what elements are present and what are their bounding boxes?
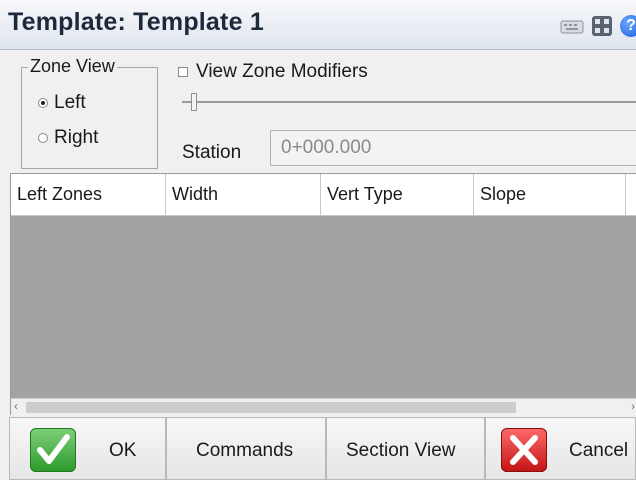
zone-modifier-slider[interactable] [182,101,636,103]
help-icon[interactable]: ? [620,15,636,37]
radio-left[interactable]: Left [38,92,86,114]
ok-label: OK [109,440,137,461]
zone-view-group [21,67,158,169]
column-header-width[interactable]: Width [166,174,321,215]
view-zone-modifiers-checkbox[interactable]: View Zone Modifiers [178,61,368,83]
radio-right-indicator[interactable] [38,133,48,143]
commands-button[interactable]: Commands [166,417,326,480]
scroll-right-icon[interactable]: › [631,399,635,413]
title-icons: ? [560,13,636,39]
calculator-icon[interactable] [590,14,614,38]
page-title: Template: Template 1 [8,8,264,36]
close-icon [501,428,547,472]
column-header-slope[interactable]: Slope [474,174,626,215]
station-label: Station [182,142,242,163]
commands-label: Commands [196,440,294,461]
zone-view-legend: Zone View [28,56,117,77]
checkmark-icon [30,428,76,472]
title-bar: Template: Template 1 ? [0,0,636,50]
column-header-overflow[interactable] [626,174,636,215]
view-zone-modifiers-label: View Zone Modifiers [196,61,368,82]
cancel-label: Cancel [569,440,629,461]
column-header-left-zones[interactable]: Left Zones [11,174,166,215]
button-bar: OK Commands Section View Cancel [0,417,636,480]
scrollbar-thumb[interactable] [26,402,516,413]
ok-button[interactable]: OK [9,417,166,480]
section-view-label: Section View [346,440,456,461]
station-field[interactable]: 0+000.000 [270,130,636,166]
table-header: Left Zones Width Vert Type Slope [11,174,636,216]
column-header-vert-type[interactable]: Vert Type [321,174,474,215]
keyboard-icon[interactable] [560,14,584,38]
zone-modifier-slider-thumb[interactable] [191,93,197,111]
horizontal-scrollbar[interactable]: ‹ › [11,398,636,416]
radio-left-label: Left [54,92,86,113]
radio-right[interactable]: Right [38,127,98,149]
scroll-left-icon[interactable]: ‹ [14,399,18,413]
radio-right-label: Right [54,127,99,148]
zones-table: Left Zones Width Vert Type Slope ‹ › [10,173,636,416]
radio-left-indicator[interactable] [38,98,48,108]
section-view-button[interactable]: Section View [326,417,485,480]
cancel-button[interactable]: Cancel [485,417,636,480]
checkbox-box[interactable] [178,67,188,77]
